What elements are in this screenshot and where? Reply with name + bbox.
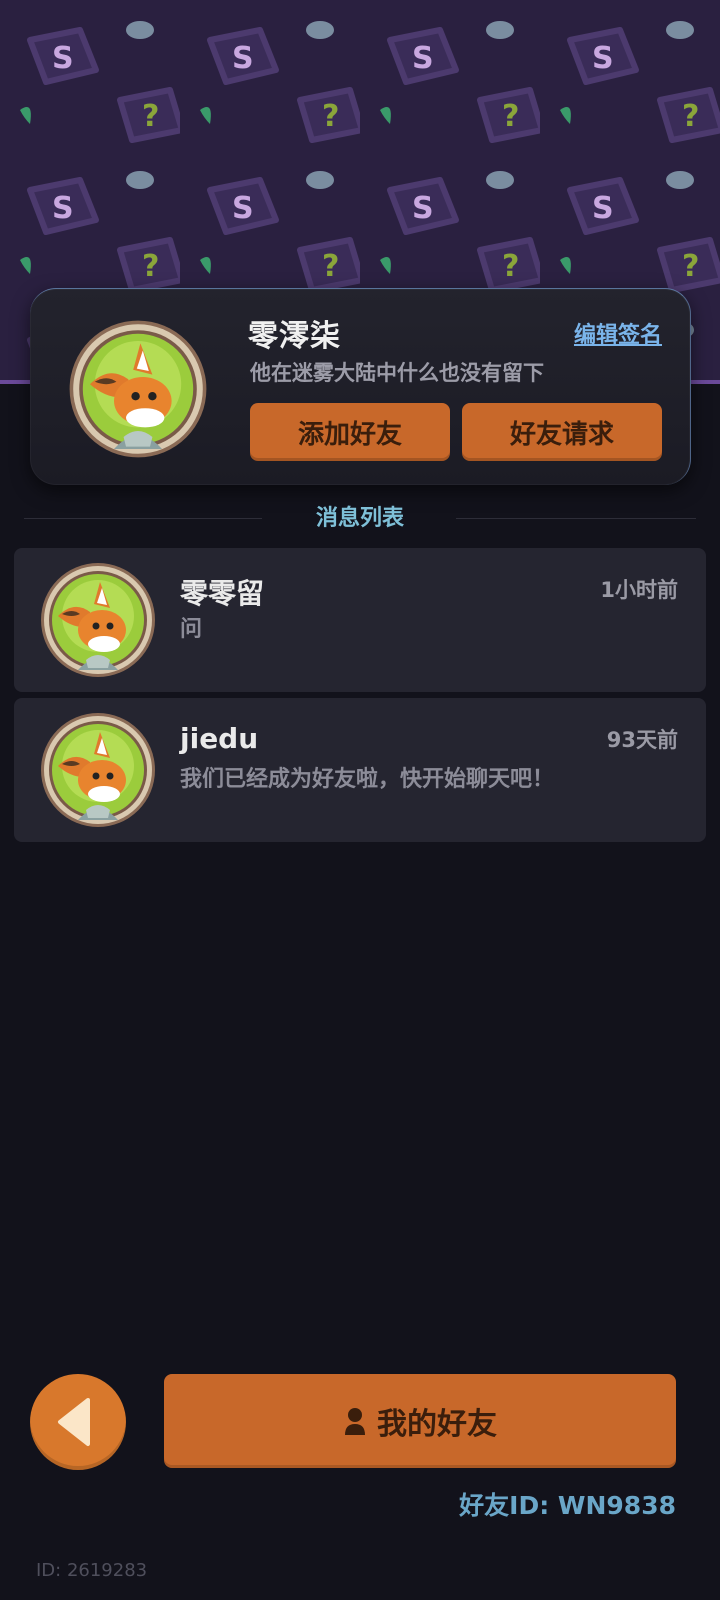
add-friend-button[interactable]: 添加好友: [250, 403, 450, 461]
friend-id: 好友ID: WN9838: [459, 1491, 676, 1520]
back-button[interactable]: [30, 1374, 126, 1470]
message-preview: 我们已经成为好友啦，快开始聊天吧！: [180, 767, 555, 792]
back-arrow-icon: [58, 1398, 90, 1446]
friend-request-button[interactable]: 好友请求: [462, 403, 662, 461]
fox-avatar-icon: [38, 710, 158, 830]
edit-signature-link[interactable]: 编辑签名: [574, 317, 662, 349]
message-sender: jiedu: [180, 722, 259, 755]
section-title: 消息列表: [315, 506, 404, 531]
fox-avatar-icon[interactable]: [66, 317, 210, 461]
message-item[interactable]: 零零留 1小时前 问: [14, 548, 706, 692]
my-friends-label: 我的好友: [377, 1407, 497, 1442]
message-time: 93天前: [606, 728, 678, 752]
message-item[interactable]: jiedu 93天前 我们已经成为好友啦，快开始聊天吧！: [14, 698, 706, 842]
profile-signature: 他在迷雾大陆中什么也没有留下: [250, 361, 544, 385]
message-sender: 零零留: [180, 577, 265, 610]
message-time: 1小时前: [600, 578, 678, 602]
profile-name: 零澪柒: [248, 319, 341, 354]
fox-avatar-icon: [38, 560, 158, 680]
message-preview: 问: [180, 617, 203, 642]
user-id: ID: 2619283: [36, 1560, 148, 1581]
person-icon: [345, 1408, 365, 1435]
my-friends-button[interactable]: 我的好友: [164, 1374, 676, 1468]
profile-card: 零澪柒 编辑签名 他在迷雾大陆中什么也没有留下 添加好友 好友请求: [30, 288, 691, 485]
